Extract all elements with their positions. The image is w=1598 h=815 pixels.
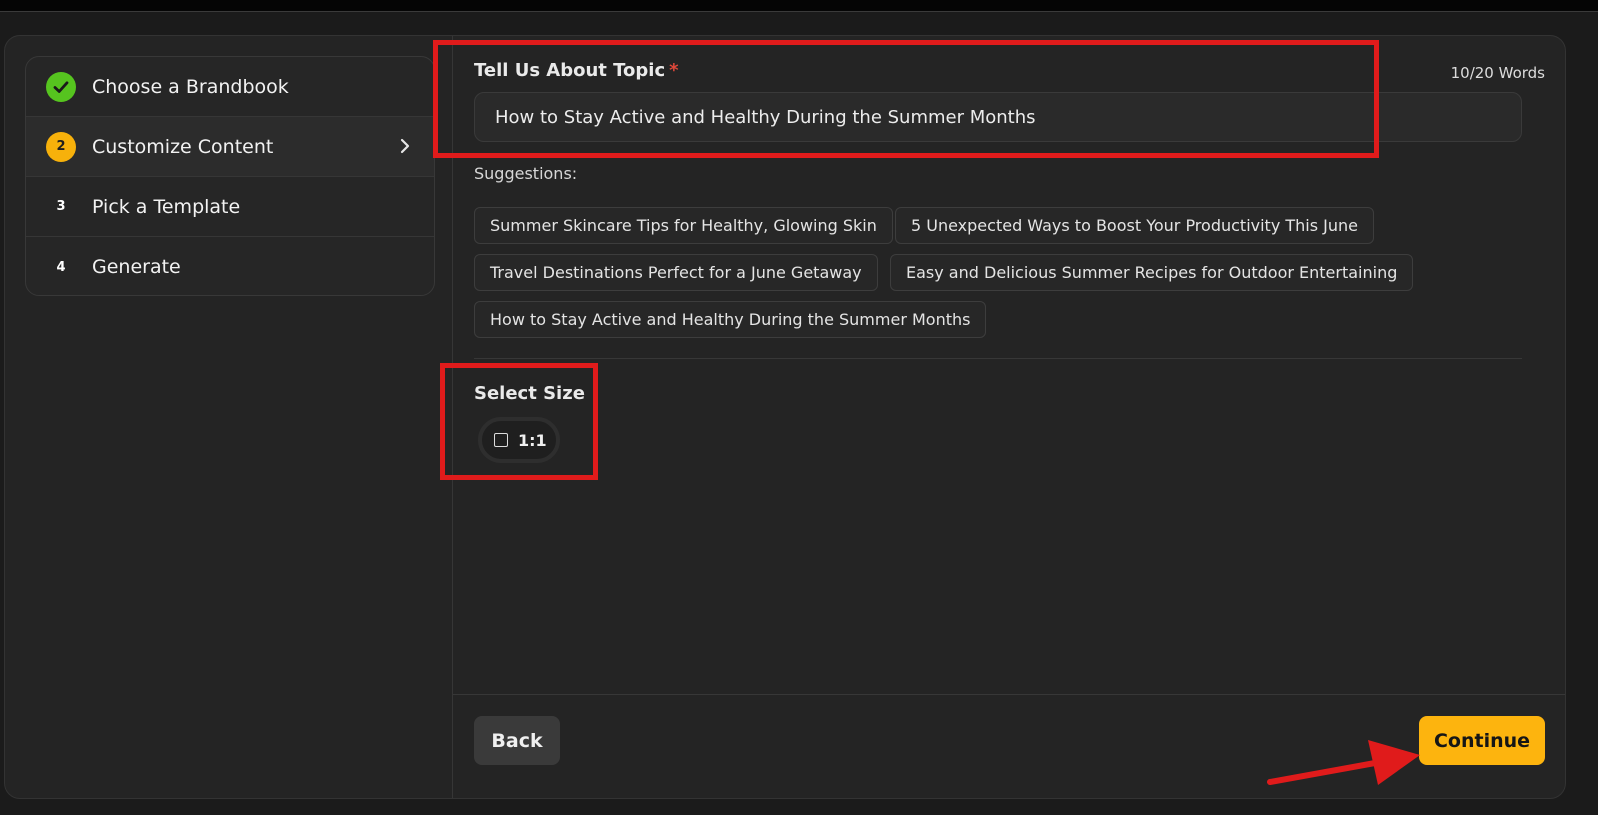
annotation-arrow-icon [1267,740,1420,785]
